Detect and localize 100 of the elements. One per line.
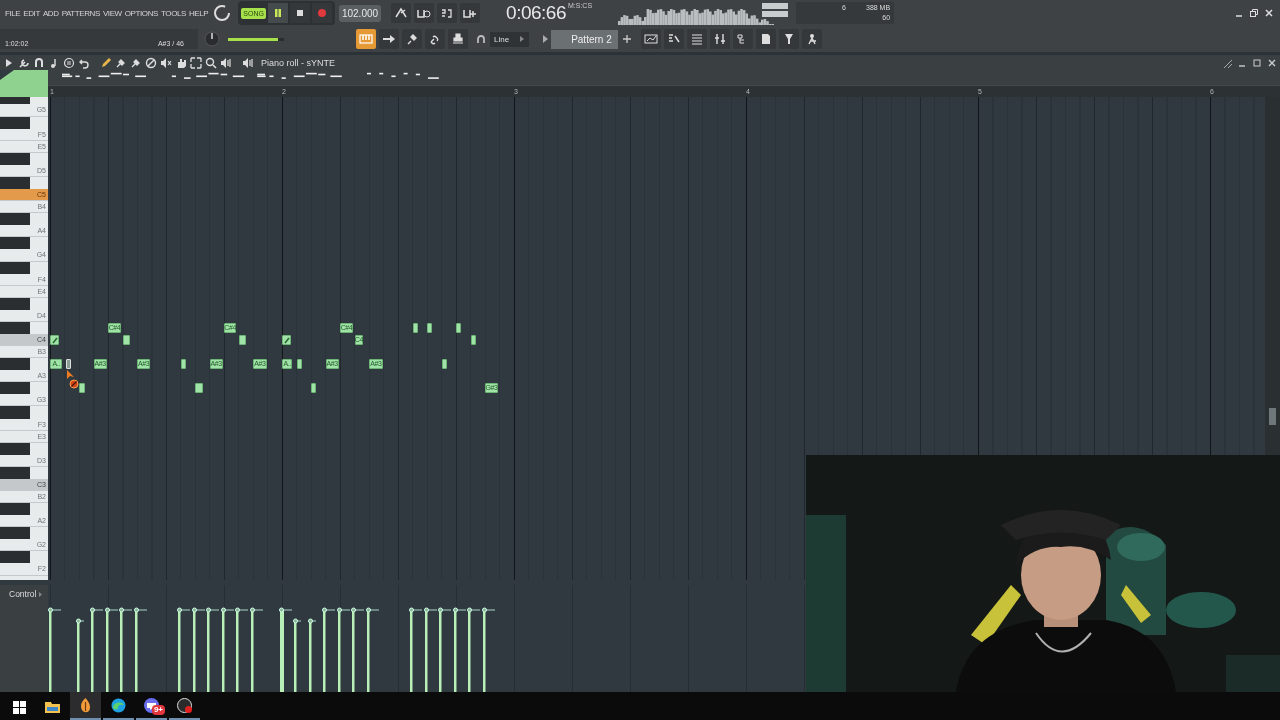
- song-time: 0:06:66: [506, 2, 566, 24]
- menu-item[interactable]: EDIT: [23, 8, 40, 18]
- note[interactable]: [296, 359, 302, 370]
- list-icon: [689, 33, 704, 45]
- restore-icon[interactable]: [1252, 57, 1262, 68]
- toolbar-button[interactable]: [379, 29, 399, 49]
- sharp-key[interactable]: [0, 527, 30, 540]
- wait-icon: [417, 7, 432, 19]
- sharp-key[interactable]: [0, 382, 30, 395]
- toolbar-button[interactable]: [460, 3, 481, 23]
- mute-icon[interactable]: [160, 56, 172, 69]
- toolbar-button[interactable]: [732, 29, 753, 49]
- taskbar-app[interactable]: [70, 692, 101, 720]
- tempo-display[interactable]: 102.000: [338, 4, 382, 22]
- channel-rack-icon: [666, 33, 681, 45]
- menu-item[interactable]: PATTERNS: [61, 8, 100, 18]
- note[interactable]: [238, 335, 247, 345]
- close-icon[interactable]: [1264, 8, 1274, 18]
- pause-icon: [272, 8, 283, 18]
- menu-item[interactable]: TOOLS: [161, 8, 186, 18]
- pattern-selector[interactable]: Pattern 2: [551, 29, 618, 49]
- mixer-icon: [712, 33, 727, 45]
- toolbar-button[interactable]: [709, 29, 730, 49]
- select-icon[interactable]: [190, 56, 202, 69]
- step-edit-icon: [463, 7, 478, 19]
- menu-item[interactable]: OPTIONS: [124, 8, 158, 18]
- play-button[interactable]: [267, 3, 288, 23]
- knob-icon[interactable]: [212, 3, 233, 23]
- note[interactable]: [180, 359, 186, 370]
- resize-icon[interactable]: [1222, 57, 1232, 68]
- toolbar-button[interactable]: [778, 29, 799, 49]
- zoom-icon[interactable]: [205, 56, 217, 69]
- notification-badge: 9+: [151, 705, 165, 715]
- piano-icon: [359, 33, 373, 45]
- note[interactable]: [195, 383, 203, 394]
- caret-icon: [519, 35, 526, 43]
- toolbar-button[interactable]: [425, 29, 445, 49]
- toolbar-button[interactable]: [640, 29, 661, 49]
- sharp-key[interactable]: [0, 503, 30, 516]
- playlist-icon: [643, 33, 658, 45]
- metronome-icon: [394, 7, 409, 19]
- taskbar-app[interactable]: 9+: [136, 692, 167, 720]
- piano-roll-title[interactable]: Piano roll - sYNTE: [261, 57, 336, 68]
- scrollbar-thumb[interactable]: [1269, 408, 1276, 425]
- app-icon: [110, 696, 127, 714]
- note[interactable]: [427, 322, 432, 333]
- record-icon: [316, 8, 327, 18]
- caret-icon[interactable]: [38, 591, 44, 598]
- countdown-icon: [440, 7, 455, 19]
- slide-icon: [283, 336, 290, 344]
- note[interactable]: [311, 383, 317, 394]
- delete-cursor-icon: [66, 369, 80, 389]
- note[interactable]: [122, 335, 130, 345]
- hand-icon[interactable]: [175, 56, 187, 69]
- magnet-icon[interactable]: [476, 34, 486, 44]
- note[interactable]: [441, 359, 447, 370]
- stamp-icon: [451, 33, 465, 45]
- sharp-key[interactable]: [0, 237, 30, 250]
- magnet-icon[interactable]: [33, 56, 45, 69]
- wrench-icon[interactable]: [18, 56, 30, 69]
- toolbar-button[interactable]: [437, 3, 458, 23]
- note[interactable]: [470, 335, 476, 345]
- stop-button[interactable]: [289, 3, 310, 23]
- speaker-icon[interactable]: [242, 56, 254, 69]
- note[interactable]: [282, 335, 292, 345]
- note[interactable]: [456, 322, 461, 333]
- stop-icon: [294, 8, 305, 18]
- circle-icon[interactable]: [63, 56, 75, 69]
- slide-icon: [51, 336, 58, 344]
- restore-icon[interactable]: [1249, 8, 1259, 18]
- sharp-key[interactable]: [0, 213, 30, 226]
- close-icon[interactable]: [1267, 57, 1277, 68]
- pencil-icon[interactable]: [100, 56, 112, 69]
- toolbar-button[interactable]: [755, 29, 776, 49]
- add-icon[interactable]: [622, 35, 631, 43]
- menu-item[interactable]: HELP: [189, 8, 209, 18]
- speaker-icon[interactable]: [220, 56, 232, 69]
- toolbar-button[interactable]: [391, 3, 412, 23]
- toolbar-button[interactable]: [663, 29, 684, 49]
- snap-dropdown[interactable]: Line: [490, 31, 530, 47]
- note[interactable]: [412, 322, 418, 333]
- delete-icon[interactable]: [145, 56, 157, 69]
- menu-item[interactable]: ADD: [42, 8, 59, 18]
- toolbar-button[interactable]: [801, 29, 822, 49]
- menu-item[interactable]: FILE: [5, 8, 21, 18]
- knob-icon[interactable]: [202, 29, 222, 49]
- app-icon: [176, 696, 193, 714]
- toolbar-button[interactable]: [448, 29, 468, 49]
- toolbar-button[interactable]: [402, 29, 422, 49]
- note[interactable]: [50, 335, 60, 345]
- level-meter-drawing: [762, 2, 789, 18]
- menu-item[interactable]: VIEW: [102, 8, 122, 18]
- snap-value: Line: [494, 34, 510, 44]
- sharp-key[interactable]: [0, 551, 30, 564]
- corner-tab-drawing: [0, 70, 48, 97]
- arrow-right-icon: [382, 33, 396, 45]
- control-lane-label[interactable]: Control: [9, 589, 37, 599]
- sharp-key[interactable]: [0, 358, 30, 371]
- toolbar-button[interactable]: [414, 3, 435, 23]
- note[interactable]: [79, 383, 85, 394]
